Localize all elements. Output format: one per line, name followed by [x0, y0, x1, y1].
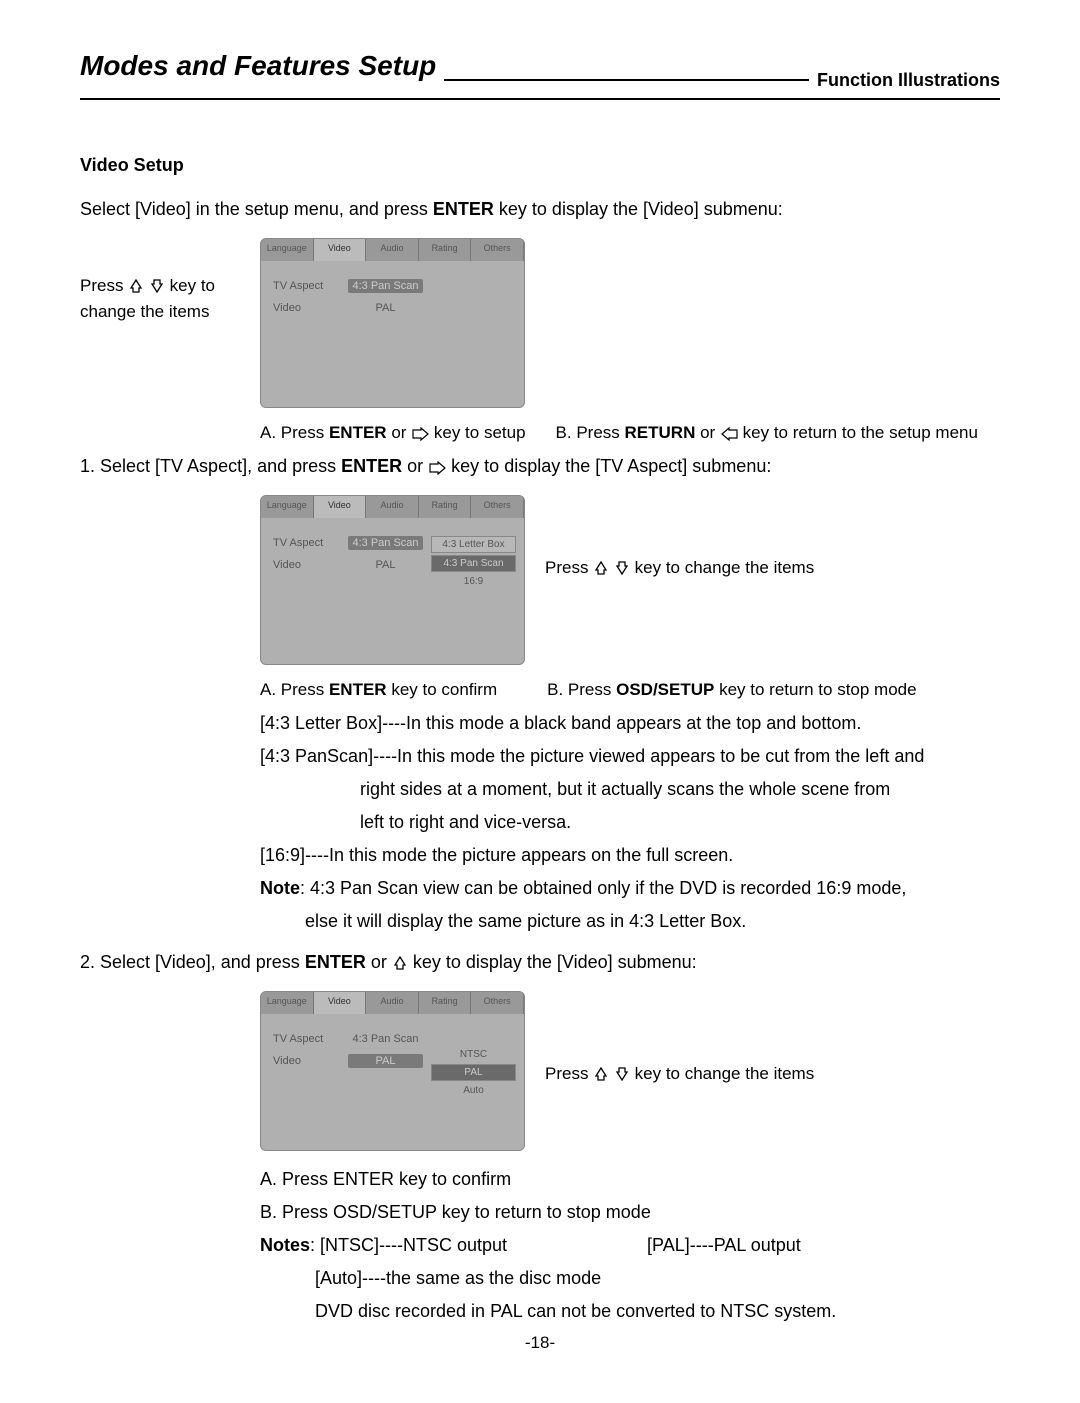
- osd-tab: Rating: [419, 239, 472, 261]
- right-arrow-icon: [428, 461, 446, 475]
- osd-screenshot-1: Language Video Audio Rating Others TV As…: [260, 238, 525, 408]
- page-header: Modes and Features Setup Function Illust…: [80, 50, 1000, 82]
- right-arrow-icon: [411, 427, 429, 441]
- right-caption-3: Press key to change the items: [545, 991, 814, 1087]
- left-caption-1: Press key to change the items: [80, 238, 240, 324]
- section-title: Video Setup: [80, 155, 1000, 176]
- up-arrow-icon: [392, 955, 408, 971]
- end-b: B. Press OSD/SETUP key to return to stop…: [260, 1199, 1000, 1226]
- up-arrow-icon: [593, 560, 609, 576]
- end-a: A. Press ENTER key to confirm: [260, 1166, 1000, 1193]
- desc-169: [16:9]----In this mode the picture appea…: [260, 842, 1000, 869]
- left-arrow-icon: [720, 427, 738, 441]
- osd-screenshot-2: Language Video Audio Rating Others TV As…: [260, 495, 525, 665]
- desc-panscan-2: right sides at a moment, but it actually…: [360, 776, 1000, 803]
- note-line-1: Note: 4:3 Pan Scan view can be obtained …: [260, 875, 1000, 902]
- osd-tab: Video: [314, 239, 367, 261]
- desc-panscan-1: [4:3 PanScan]----In this mode the pictur…: [260, 743, 1000, 770]
- osd-block-3: Language Video Audio Rating Others TV As…: [260, 991, 1000, 1151]
- page-subtitle: Function Illustrations: [817, 70, 1000, 91]
- step-1: 1. Select [TV Aspect], and press ENTER o…: [80, 453, 1000, 480]
- osd-tab: Others: [471, 239, 524, 261]
- osd-tab: Audio: [366, 239, 419, 261]
- up-arrow-icon: [128, 278, 144, 294]
- notes-dvd: DVD disc recorded in PAL can not be conv…: [315, 1298, 1000, 1325]
- page-title: Modes and Features Setup: [80, 50, 436, 82]
- step-2: 2. Select [Video], and press ENTER or ke…: [80, 949, 1000, 976]
- desc-panscan-3: left to right and vice-versa.: [360, 809, 1000, 836]
- right-caption-2: Press key to change the items: [545, 495, 814, 581]
- osd-tab: Language: [261, 239, 314, 261]
- osd-block-2: Language Video Audio Rating Others TV As…: [260, 495, 1000, 665]
- ab-row-2: A. Press ENTER key to confirmB. Press OS…: [260, 680, 1000, 700]
- up-arrow-icon: [593, 1066, 609, 1082]
- ab-row-1: A. Press ENTER or key to setupB. Press R…: [260, 423, 1000, 443]
- down-arrow-icon: [149, 278, 165, 294]
- down-arrow-icon: [614, 1066, 630, 1082]
- notes-auto: [Auto]----the same as the disc mode: [315, 1265, 1000, 1292]
- desc-letterbox: [4:3 Letter Box]----In this mode a black…: [260, 710, 1000, 737]
- page-number: -18-: [0, 1333, 1080, 1353]
- notes-row: Notes: [NTSC]----NTSC output[PAL]----PAL…: [260, 1232, 1000, 1259]
- note-line-2: else it will display the same picture as…: [305, 908, 1000, 935]
- intro-text: Select [Video] in the setup menu, and pr…: [80, 196, 1000, 223]
- osd-screenshot-3: Language Video Audio Rating Others TV As…: [260, 991, 525, 1151]
- osd-block-1: Press key to change the items Language V…: [80, 238, 1000, 408]
- down-arrow-icon: [614, 560, 630, 576]
